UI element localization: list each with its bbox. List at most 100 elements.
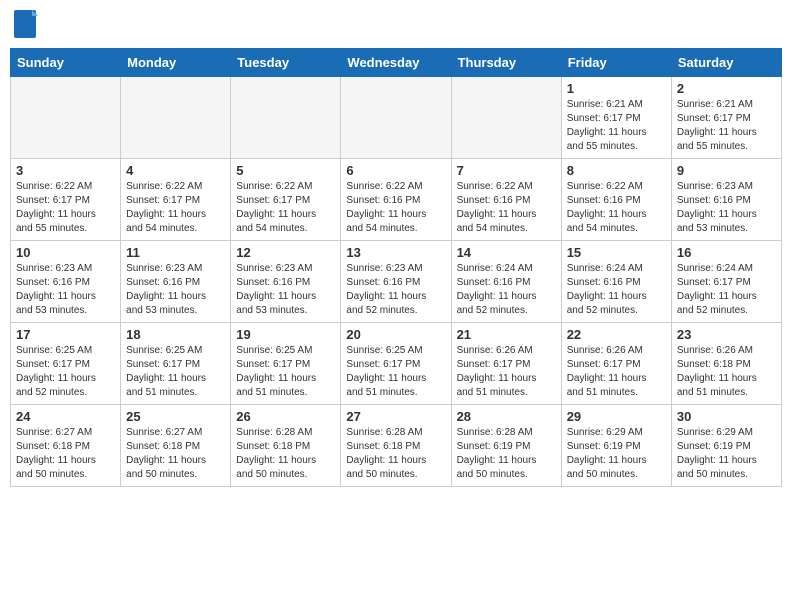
week-row-4: 17 Sunrise: 6:25 AMSunset: 6:17 PMDayligh… [11, 323, 782, 405]
column-header-monday: Monday [121, 49, 231, 77]
day-number: 12 [236, 245, 335, 260]
calendar-cell: 1 Sunrise: 6:21 AMSunset: 6:17 PMDaylight… [561, 77, 671, 159]
day-number: 23 [677, 327, 776, 342]
day-number: 6 [346, 163, 445, 178]
day-info: Sunrise: 6:22 AMSunset: 6:16 PMDaylight:… [567, 180, 666, 236]
day-info: Sunrise: 6:27 AMSunset: 6:18 PMDaylight:… [16, 426, 115, 482]
day-number: 28 [457, 409, 556, 424]
calendar-cell: 13 Sunrise: 6:23 AMSunset: 6:16 PMDayligh… [341, 241, 451, 323]
day-info: Sunrise: 6:28 AMSunset: 6:18 PMDaylight:… [346, 426, 445, 482]
day-info: Sunrise: 6:23 AMSunset: 6:16 PMDaylight:… [126, 262, 225, 318]
day-info: Sunrise: 6:24 AMSunset: 6:16 PMDaylight:… [567, 262, 666, 318]
day-number: 11 [126, 245, 225, 260]
calendar-cell: 10 Sunrise: 6:23 AMSunset: 6:16 PMDayligh… [11, 241, 121, 323]
calendar-cell [121, 77, 231, 159]
calendar-cell: 15 Sunrise: 6:24 AMSunset: 6:16 PMDayligh… [561, 241, 671, 323]
day-info: Sunrise: 6:22 AMSunset: 6:16 PMDaylight:… [457, 180, 556, 236]
day-number: 25 [126, 409, 225, 424]
calendar-cell: 7 Sunrise: 6:22 AMSunset: 6:16 PMDaylight… [451, 159, 561, 241]
column-header-tuesday: Tuesday [231, 49, 341, 77]
calendar-cell: 14Sunrise: 6:24 AMSunset: 6:16 PMDayligh… [451, 241, 561, 323]
calendar-cell [11, 77, 121, 159]
day-info: Sunrise: 6:23 AMSunset: 6:16 PMDaylight:… [16, 262, 115, 318]
calendar-cell: 2 Sunrise: 6:21 AMSunset: 6:17 PMDaylight… [671, 77, 781, 159]
calendar-cell: 3 Sunrise: 6:22 AMSunset: 6:17 PMDaylight… [11, 159, 121, 241]
calendar-cell: 20 Sunrise: 6:25 AMSunset: 6:17 PMDayligh… [341, 323, 451, 405]
day-number: 10 [16, 245, 115, 260]
day-number: 15 [567, 245, 666, 260]
day-info: Sunrise: 6:26 AMSunset: 6:18 PMDaylight:… [677, 344, 776, 400]
day-number: 4 [126, 163, 225, 178]
day-info: Sunrise: 6:25 AMSunset: 6:17 PMDaylight:… [126, 344, 225, 400]
calendar-cell: 28Sunrise: 6:28 AMSunset: 6:19 PMDayligh… [451, 405, 561, 487]
day-info: Sunrise: 6:22 AMSunset: 6:17 PMDaylight:… [126, 180, 225, 236]
day-number: 21 [457, 327, 556, 342]
day-info: Sunrise: 6:26 AMSunset: 6:17 PMDaylight:… [457, 344, 556, 400]
day-info: Sunrise: 6:23 AMSunset: 6:16 PMDaylight:… [236, 262, 335, 318]
calendar-cell: 29 Sunrise: 6:29 AMSunset: 6:19 PMDayligh… [561, 405, 671, 487]
week-row-1: 1 Sunrise: 6:21 AMSunset: 6:17 PMDaylight… [11, 77, 782, 159]
day-number: 30 [677, 409, 776, 424]
calendar-cell: 16Sunrise: 6:24 AMSunset: 6:17 PMDayligh… [671, 241, 781, 323]
calendar-cell: 23 Sunrise: 6:26 AMSunset: 6:18 PMDayligh… [671, 323, 781, 405]
calendar-cell: 24 Sunrise: 6:27 AMSunset: 6:18 PMDayligh… [11, 405, 121, 487]
day-info: Sunrise: 6:21 AMSunset: 6:17 PMDaylight:… [677, 98, 776, 154]
calendar-cell: 18Sunrise: 6:25 AMSunset: 6:17 PMDayligh… [121, 323, 231, 405]
calendar-cell: 6Sunrise: 6:22 AMSunset: 6:16 PMDaylight… [341, 159, 451, 241]
day-number: 7 [457, 163, 556, 178]
day-info: Sunrise: 6:24 AMSunset: 6:16 PMDaylight:… [457, 262, 556, 318]
day-info: Sunrise: 6:25 AMSunset: 6:17 PMDaylight:… [236, 344, 335, 400]
week-row-5: 24 Sunrise: 6:27 AMSunset: 6:18 PMDayligh… [11, 405, 782, 487]
day-number: 9 [677, 163, 776, 178]
day-number: 17 [16, 327, 115, 342]
calendar-cell [451, 77, 561, 159]
day-info: Sunrise: 6:21 AMSunset: 6:17 PMDaylight:… [567, 98, 666, 154]
calendar-header-row: SundayMondayTuesdayWednesdayThursdayFrid… [11, 49, 782, 77]
calendar-cell: 26 Sunrise: 6:28 AMSunset: 6:18 PMDayligh… [231, 405, 341, 487]
day-info: Sunrise: 6:24 AMSunset: 6:17 PMDaylight:… [677, 262, 776, 318]
day-number: 3 [16, 163, 115, 178]
day-number: 1 [567, 81, 666, 96]
day-number: 8 [567, 163, 666, 178]
day-number: 2 [677, 81, 776, 96]
day-info: Sunrise: 6:23 AMSunset: 6:16 PMDaylight:… [677, 180, 776, 236]
calendar: SundayMondayTuesdayWednesdayThursdayFrid… [10, 48, 782, 487]
calendar-cell: 4 Sunrise: 6:22 AMSunset: 6:17 PMDaylight… [121, 159, 231, 241]
calendar-cell: 30 Sunrise: 6:29 AMSunset: 6:19 PMDayligh… [671, 405, 781, 487]
day-number: 22 [567, 327, 666, 342]
calendar-cell [341, 77, 451, 159]
logo-icon [14, 10, 38, 40]
day-number: 13 [346, 245, 445, 260]
column-header-thursday: Thursday [451, 49, 561, 77]
calendar-cell: 22 Sunrise: 6:26 AMSunset: 6:17 PMDayligh… [561, 323, 671, 405]
day-info: Sunrise: 6:27 AMSunset: 6:18 PMDaylight:… [126, 426, 225, 482]
week-row-2: 3 Sunrise: 6:22 AMSunset: 6:17 PMDaylight… [11, 159, 782, 241]
day-info: Sunrise: 6:29 AMSunset: 6:19 PMDaylight:… [567, 426, 666, 482]
day-info: Sunrise: 6:22 AMSunset: 6:17 PMDaylight:… [16, 180, 115, 236]
day-info: Sunrise: 6:29 AMSunset: 6:19 PMDaylight:… [677, 426, 776, 482]
calendar-cell: 27 Sunrise: 6:28 AMSunset: 6:18 PMDayligh… [341, 405, 451, 487]
calendar-cell: 17 Sunrise: 6:25 AMSunset: 6:17 PMDayligh… [11, 323, 121, 405]
column-header-friday: Friday [561, 49, 671, 77]
day-number: 27 [346, 409, 445, 424]
column-header-wednesday: Wednesday [341, 49, 451, 77]
calendar-cell [231, 77, 341, 159]
page-header [10, 10, 782, 40]
day-info: Sunrise: 6:25 AMSunset: 6:17 PMDaylight:… [16, 344, 115, 400]
calendar-cell: 12 Sunrise: 6:23 AMSunset: 6:16 PMDayligh… [231, 241, 341, 323]
calendar-cell: 9 Sunrise: 6:23 AMSunset: 6:16 PMDaylight… [671, 159, 781, 241]
day-number: 29 [567, 409, 666, 424]
day-number: 19 [236, 327, 335, 342]
day-info: Sunrise: 6:25 AMSunset: 6:17 PMDaylight:… [346, 344, 445, 400]
day-number: 24 [16, 409, 115, 424]
day-info: Sunrise: 6:28 AMSunset: 6:18 PMDaylight:… [236, 426, 335, 482]
day-info: Sunrise: 6:23 AMSunset: 6:16 PMDaylight:… [346, 262, 445, 318]
calendar-cell: 25 Sunrise: 6:27 AMSunset: 6:18 PMDayligh… [121, 405, 231, 487]
day-info: Sunrise: 6:26 AMSunset: 6:17 PMDaylight:… [567, 344, 666, 400]
calendar-cell: 5 Sunrise: 6:22 AMSunset: 6:17 PMDaylight… [231, 159, 341, 241]
day-number: 5 [236, 163, 335, 178]
column-header-saturday: Saturday [671, 49, 781, 77]
day-number: 20 [346, 327, 445, 342]
day-info: Sunrise: 6:22 AMSunset: 6:17 PMDaylight:… [236, 180, 335, 236]
day-number: 26 [236, 409, 335, 424]
